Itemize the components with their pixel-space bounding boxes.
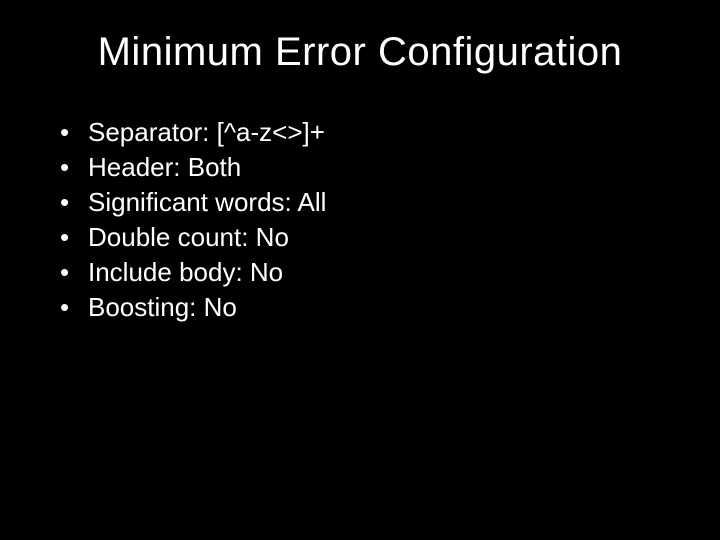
list-item: • Header: Both bbox=[60, 150, 680, 185]
list-item-text: Significant words: All bbox=[88, 185, 680, 220]
slide-title: Minimum Error Configuration bbox=[40, 30, 680, 75]
bullet-icon: • bbox=[60, 150, 88, 185]
slide: Minimum Error Configuration • Separator:… bbox=[0, 0, 720, 540]
bullet-icon: • bbox=[60, 185, 88, 220]
list-item: • Separator: [^a-z<>]+ bbox=[60, 115, 680, 150]
bullet-icon: • bbox=[60, 220, 88, 255]
list-item-text: Separator: [^a-z<>]+ bbox=[88, 115, 680, 150]
list-item-text: Boosting: No bbox=[88, 290, 680, 325]
bullet-icon: • bbox=[60, 255, 88, 290]
list-item: • Significant words: All bbox=[60, 185, 680, 220]
list-item-text: Include body: No bbox=[88, 255, 680, 290]
bullet-icon: • bbox=[60, 115, 88, 150]
list-item: • Double count: No bbox=[60, 220, 680, 255]
list-item: • Boosting: No bbox=[60, 290, 680, 325]
list-item-text: Header: Both bbox=[88, 150, 680, 185]
list-item-text: Double count: No bbox=[88, 220, 680, 255]
bullet-icon: • bbox=[60, 290, 88, 325]
list-item: • Include body: No bbox=[60, 255, 680, 290]
bullet-list: • Separator: [^a-z<>]+ • Header: Both • … bbox=[40, 115, 680, 326]
